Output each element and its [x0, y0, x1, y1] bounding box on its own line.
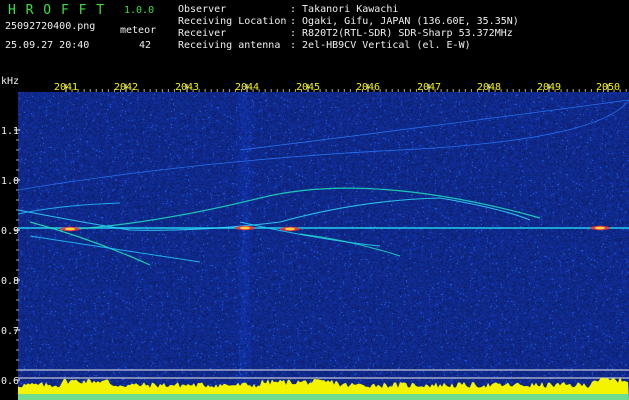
freq-tick-label: 0.8 [1, 276, 19, 287]
echo-core [65, 227, 75, 231]
time-tick-label: 2048 [477, 82, 501, 93]
meteor-trace [17, 197, 531, 231]
echo-core [595, 226, 605, 230]
time-tick-label: 2047 [417, 82, 441, 93]
time-tick-label: 2043 [175, 82, 199, 93]
meteor-trace [239, 221, 381, 247]
meteor-trace [239, 99, 629, 151]
echo-core [240, 226, 250, 230]
freq-unit-label: kHz [1, 76, 19, 87]
freq-tick-label: 0.6 [1, 376, 19, 387]
time-tick-label: 2046 [356, 82, 380, 93]
time-tick-label: 2044 [235, 82, 259, 93]
freq-tick-label: 0.7 [1, 326, 19, 337]
hroff-window: H R O F F T 1.0.0 25092720400.png meteor… [0, 0, 629, 400]
signal-level-base [18, 394, 629, 400]
time-tick-label: 2050 [596, 82, 620, 93]
meteor-trace [17, 99, 629, 191]
meteor-trace [59, 187, 541, 231]
echo-core [285, 227, 295, 231]
spectrogram-overlay: 2041 2042 2043 2044 2045 2046 2047 2048 2049 2050… [1, 76, 629, 400]
time-tick-label: 2049 [537, 82, 561, 93]
freq-tick-label: 1.1 [1, 126, 19, 137]
freq-tick-label: 1.0 [1, 176, 19, 187]
meteor-trace [17, 202, 121, 215]
time-tick-label: 2041 [54, 82, 78, 93]
time-tick-label: 2045 [296, 82, 320, 93]
freq-tick-label: 0.9 [1, 226, 19, 237]
meteor-trace [29, 235, 201, 263]
time-tick-label: 2042 [114, 82, 138, 93]
